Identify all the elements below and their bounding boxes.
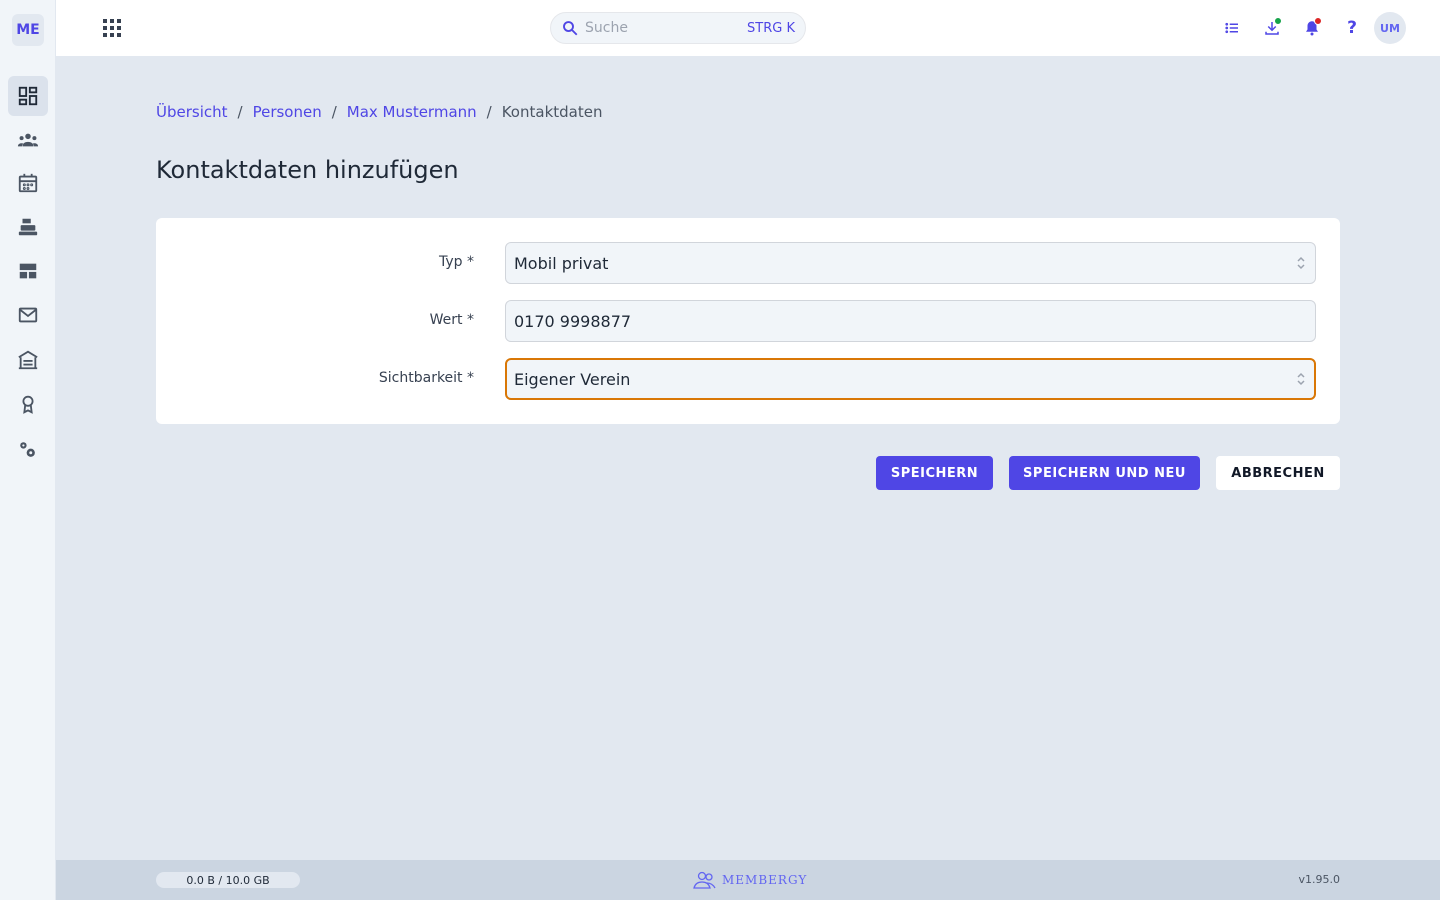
type-select-value: Mobil privat: [514, 253, 609, 273]
visibility-select[interactable]: Eigener Verein: [505, 358, 1316, 400]
sidebar-item-mail[interactable]: [8, 295, 48, 335]
select-chevron-icon: [1297, 372, 1305, 386]
sidebar-item-warehouse[interactable]: [8, 340, 48, 380]
form-row-type: Typ * Mobil privat: [156, 242, 1340, 284]
sidebar-item-dashboard[interactable]: [8, 76, 48, 116]
footer: 0.0 B / 10.0 GB MEMBERGY v1.95.0: [56, 860, 1440, 900]
breadcrumb-people[interactable]: Personen: [253, 103, 322, 121]
save-and-new-button[interactable]: SPEICHERN UND NEU: [1009, 456, 1200, 490]
sidebar: ME: [0, 0, 56, 900]
type-label: Typ *: [439, 254, 474, 270]
search-shortcut: STRG K: [747, 20, 795, 36]
sidebar-item-settings[interactable]: [8, 430, 48, 470]
task-list-button[interactable]: [1220, 16, 1244, 40]
breadcrumb-overview[interactable]: Übersicht: [156, 103, 228, 121]
breadcrumb-separator: /: [486, 103, 492, 121]
sidebar-item-calendar[interactable]: [8, 163, 48, 203]
sidebar-item-cashier[interactable]: [8, 207, 48, 247]
award-icon: [22, 395, 34, 414]
help-button[interactable]: ?: [1340, 16, 1364, 40]
breadcrumb-separator: /: [237, 103, 243, 121]
breadcrumb-person[interactable]: Max Mustermann: [347, 103, 477, 121]
sidebar-item-people[interactable]: [8, 120, 48, 160]
settings-icon: [20, 442, 35, 457]
people-icon: [17, 133, 39, 147]
warehouse-icon: [18, 350, 38, 370]
org-logo[interactable]: ME: [12, 14, 44, 46]
save-button[interactable]: SPEICHERN: [876, 456, 993, 490]
apps-menu-button[interactable]: [100, 16, 124, 40]
calendar-icon: [18, 173, 38, 193]
breadcrumb-current: Kontaktdaten: [501, 103, 603, 121]
storage-usage: 0.0 B / 10.0 GB: [156, 872, 300, 888]
sidebar-item-layout[interactable]: [8, 251, 48, 291]
user-avatar[interactable]: UM: [1374, 12, 1406, 44]
layout-icon: [19, 263, 37, 279]
visibility-select-value: Eigener Verein: [514, 369, 631, 389]
form-row-value: Wert * 0170 9998877: [156, 300, 1340, 342]
breadcrumb-separator: /: [331, 103, 337, 121]
global-search[interactable]: STRG K: [550, 12, 806, 44]
search-icon: [563, 21, 578, 36]
contact-form-card: Typ * Mobil privat Wert * 0170 9998877 S…: [156, 218, 1340, 424]
value-input[interactable]: 0170 9998877: [505, 300, 1316, 342]
type-select[interactable]: Mobil privat: [505, 242, 1316, 284]
select-chevron-icon: [1297, 256, 1305, 270]
visibility-label: Sichtbarkeit *: [378, 370, 474, 386]
breadcrumb: Übersicht / Personen / Max Mustermann / …: [156, 103, 602, 121]
cancel-button[interactable]: ABBRECHEN: [1216, 456, 1340, 490]
mail-icon: [18, 307, 38, 323]
apps-grid-icon: [103, 19, 121, 37]
app-version: v1.95.0: [1298, 873, 1341, 886]
brand-name: MEMBERGY: [722, 873, 808, 887]
notification-dot: [1314, 17, 1322, 25]
form-row-visibility: Sichtbarkeit * Eigener Verein: [156, 358, 1340, 400]
search-input[interactable]: [585, 20, 735, 36]
value-label: Wert *: [429, 312, 474, 328]
list-icon: [1225, 22, 1238, 34]
notifications-button[interactable]: [1300, 16, 1324, 40]
download-status-dot: [1274, 17, 1282, 25]
sidebar-item-awards[interactable]: [8, 384, 48, 424]
value-input-text: 0170 9998877: [514, 311, 632, 331]
page-title: Kontaktdaten hinzufügen: [156, 156, 459, 184]
top-bar: STRG K ? UM: [56, 0, 1440, 56]
brand-logo: MEMBERGY: [692, 870, 807, 890]
dashboard-icon: [18, 86, 38, 106]
cash-register-icon: [18, 218, 38, 236]
downloads-button[interactable]: [1260, 16, 1284, 40]
membergy-logo-icon: [693, 871, 716, 889]
